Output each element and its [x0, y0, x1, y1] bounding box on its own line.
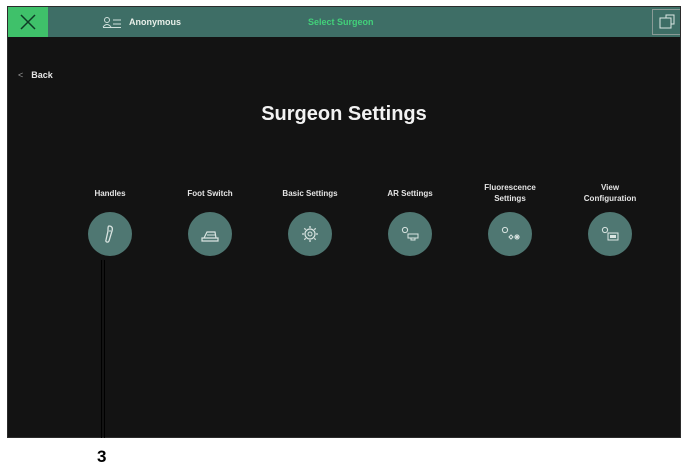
screen: Anonymous Select Surgeon < Back Surgeon …: [7, 6, 681, 438]
ar-settings-button[interactable]: [388, 212, 432, 256]
settings-item-label: View Configuration: [583, 183, 637, 203]
header-bar: Anonymous Select Surgeon: [8, 7, 680, 37]
user-name: Anonymous: [129, 17, 182, 27]
close-icon: [20, 14, 36, 30]
fluorescence-settings-button[interactable]: [488, 212, 532, 256]
view-configuration-icon: [601, 226, 619, 241]
callout-line: [101, 260, 105, 438]
settings-item-label: Basic Settings: [282, 188, 338, 198]
ar-settings-icon: [401, 226, 419, 241]
settings-item-view-configuration[interactable]: View Configuration: [560, 177, 660, 256]
select-surgeon-link[interactable]: Select Surgeon: [308, 7, 374, 37]
settings-item-label: Fluorescence Settings: [484, 183, 536, 203]
settings-menu: Handles Foot Switch Basic Settings AR Se…: [60, 177, 660, 256]
settings-item-label: Foot Switch: [187, 188, 233, 198]
chevron-left-icon: <: [18, 70, 24, 80]
close-button[interactable]: [8, 7, 48, 37]
basic-settings-button[interactable]: [288, 212, 332, 256]
handle-icon: [105, 225, 114, 243]
back-label: Back: [31, 70, 53, 80]
settings-item-foot-switch[interactable]: Foot Switch: [160, 177, 260, 256]
view-configuration-button[interactable]: [588, 212, 632, 256]
gear-icon: [302, 226, 318, 242]
settings-item-label: AR Settings: [387, 188, 433, 198]
settings-item-handles[interactable]: Handles: [60, 177, 160, 256]
menu-icon: [659, 14, 674, 29]
menu-button[interactable]: [652, 9, 680, 35]
handles-button[interactable]: [88, 212, 132, 256]
foot-switch-button[interactable]: [188, 212, 232, 256]
settings-item-basic[interactable]: Basic Settings: [260, 177, 360, 256]
settings-item-ar[interactable]: AR Settings: [360, 177, 460, 256]
fluorescence-icon: [501, 226, 520, 240]
user-info[interactable]: Anonymous: [102, 7, 181, 37]
callout-number: 3: [97, 447, 107, 466]
back-button[interactable]: < Back: [18, 70, 53, 80]
page-title: Surgeon Settings: [261, 103, 427, 125]
settings-item-label: Handles: [94, 188, 126, 198]
foot-switch-icon: [201, 231, 219, 242]
settings-item-fluorescence[interactable]: Fluorescence Settings: [460, 177, 560, 256]
user-icon: [102, 17, 121, 28]
